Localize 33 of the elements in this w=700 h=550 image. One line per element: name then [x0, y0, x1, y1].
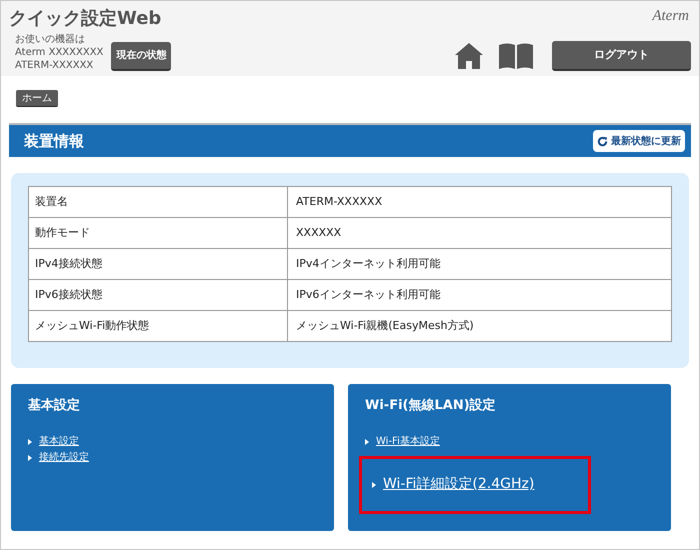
logout-button[interactable]: ログアウト — [552, 41, 691, 71]
refresh-icon — [597, 136, 608, 146]
table-cell: メッシュWi-Fi動作状態 — [28, 310, 288, 342]
table-cell: XXXXXX — [288, 218, 672, 248]
device-info-text: Aterm XXXXXXXX — [15, 46, 104, 59]
table-cell: IPv6インターネット利用可能 — [288, 280, 672, 310]
device-info-text: お使いの機器は — [15, 33, 86, 46]
table-cell: IPv4インターネット利用可能 — [288, 248, 672, 280]
refresh-button[interactable]: 最新状態に更新 — [593, 130, 685, 152]
table-cell: ATERM-XXXXXX — [288, 186, 672, 218]
table-cell: IPv4接続状態 — [28, 248, 288, 280]
triangle-icon — [365, 438, 369, 444]
book-icon[interactable] — [498, 42, 534, 70]
breadcrumb-link[interactable]: ホーム — [16, 90, 58, 107]
settings-link[interactable]: Wi-Fi詳細設定(2.4GHz) — [383, 474, 534, 495]
settings-link[interactable]: 接続先設定 — [39, 450, 89, 465]
status-button[interactable]: 現在の状態 — [111, 42, 172, 71]
table-cell: 動作モード — [28, 218, 288, 248]
card-title: Wi-Fi(無線LAN)設定 — [365, 396, 497, 415]
table-cell: メッシュWi-Fi親機(EasyMesh方式) — [288, 310, 672, 342]
triangle-icon — [28, 454, 32, 460]
section-title: 装置情報 — [24, 130, 84, 152]
home-icon[interactable] — [454, 42, 484, 70]
settings-link[interactable]: Wi-Fi基本設定 — [376, 434, 440, 449]
card-title: 基本設定 — [28, 396, 81, 415]
triangle-icon — [372, 482, 376, 488]
table-cell: IPv6接続状態 — [28, 280, 288, 310]
logo: Aterm — [652, 7, 690, 25]
app-title: クイック設定Web — [9, 7, 162, 31]
triangle-icon — [28, 438, 32, 444]
settings-link[interactable]: 基本設定 — [39, 434, 79, 449]
device-info-text: ATERM-XXXXXX — [15, 59, 94, 72]
table-cell: 装置名 — [28, 186, 288, 218]
